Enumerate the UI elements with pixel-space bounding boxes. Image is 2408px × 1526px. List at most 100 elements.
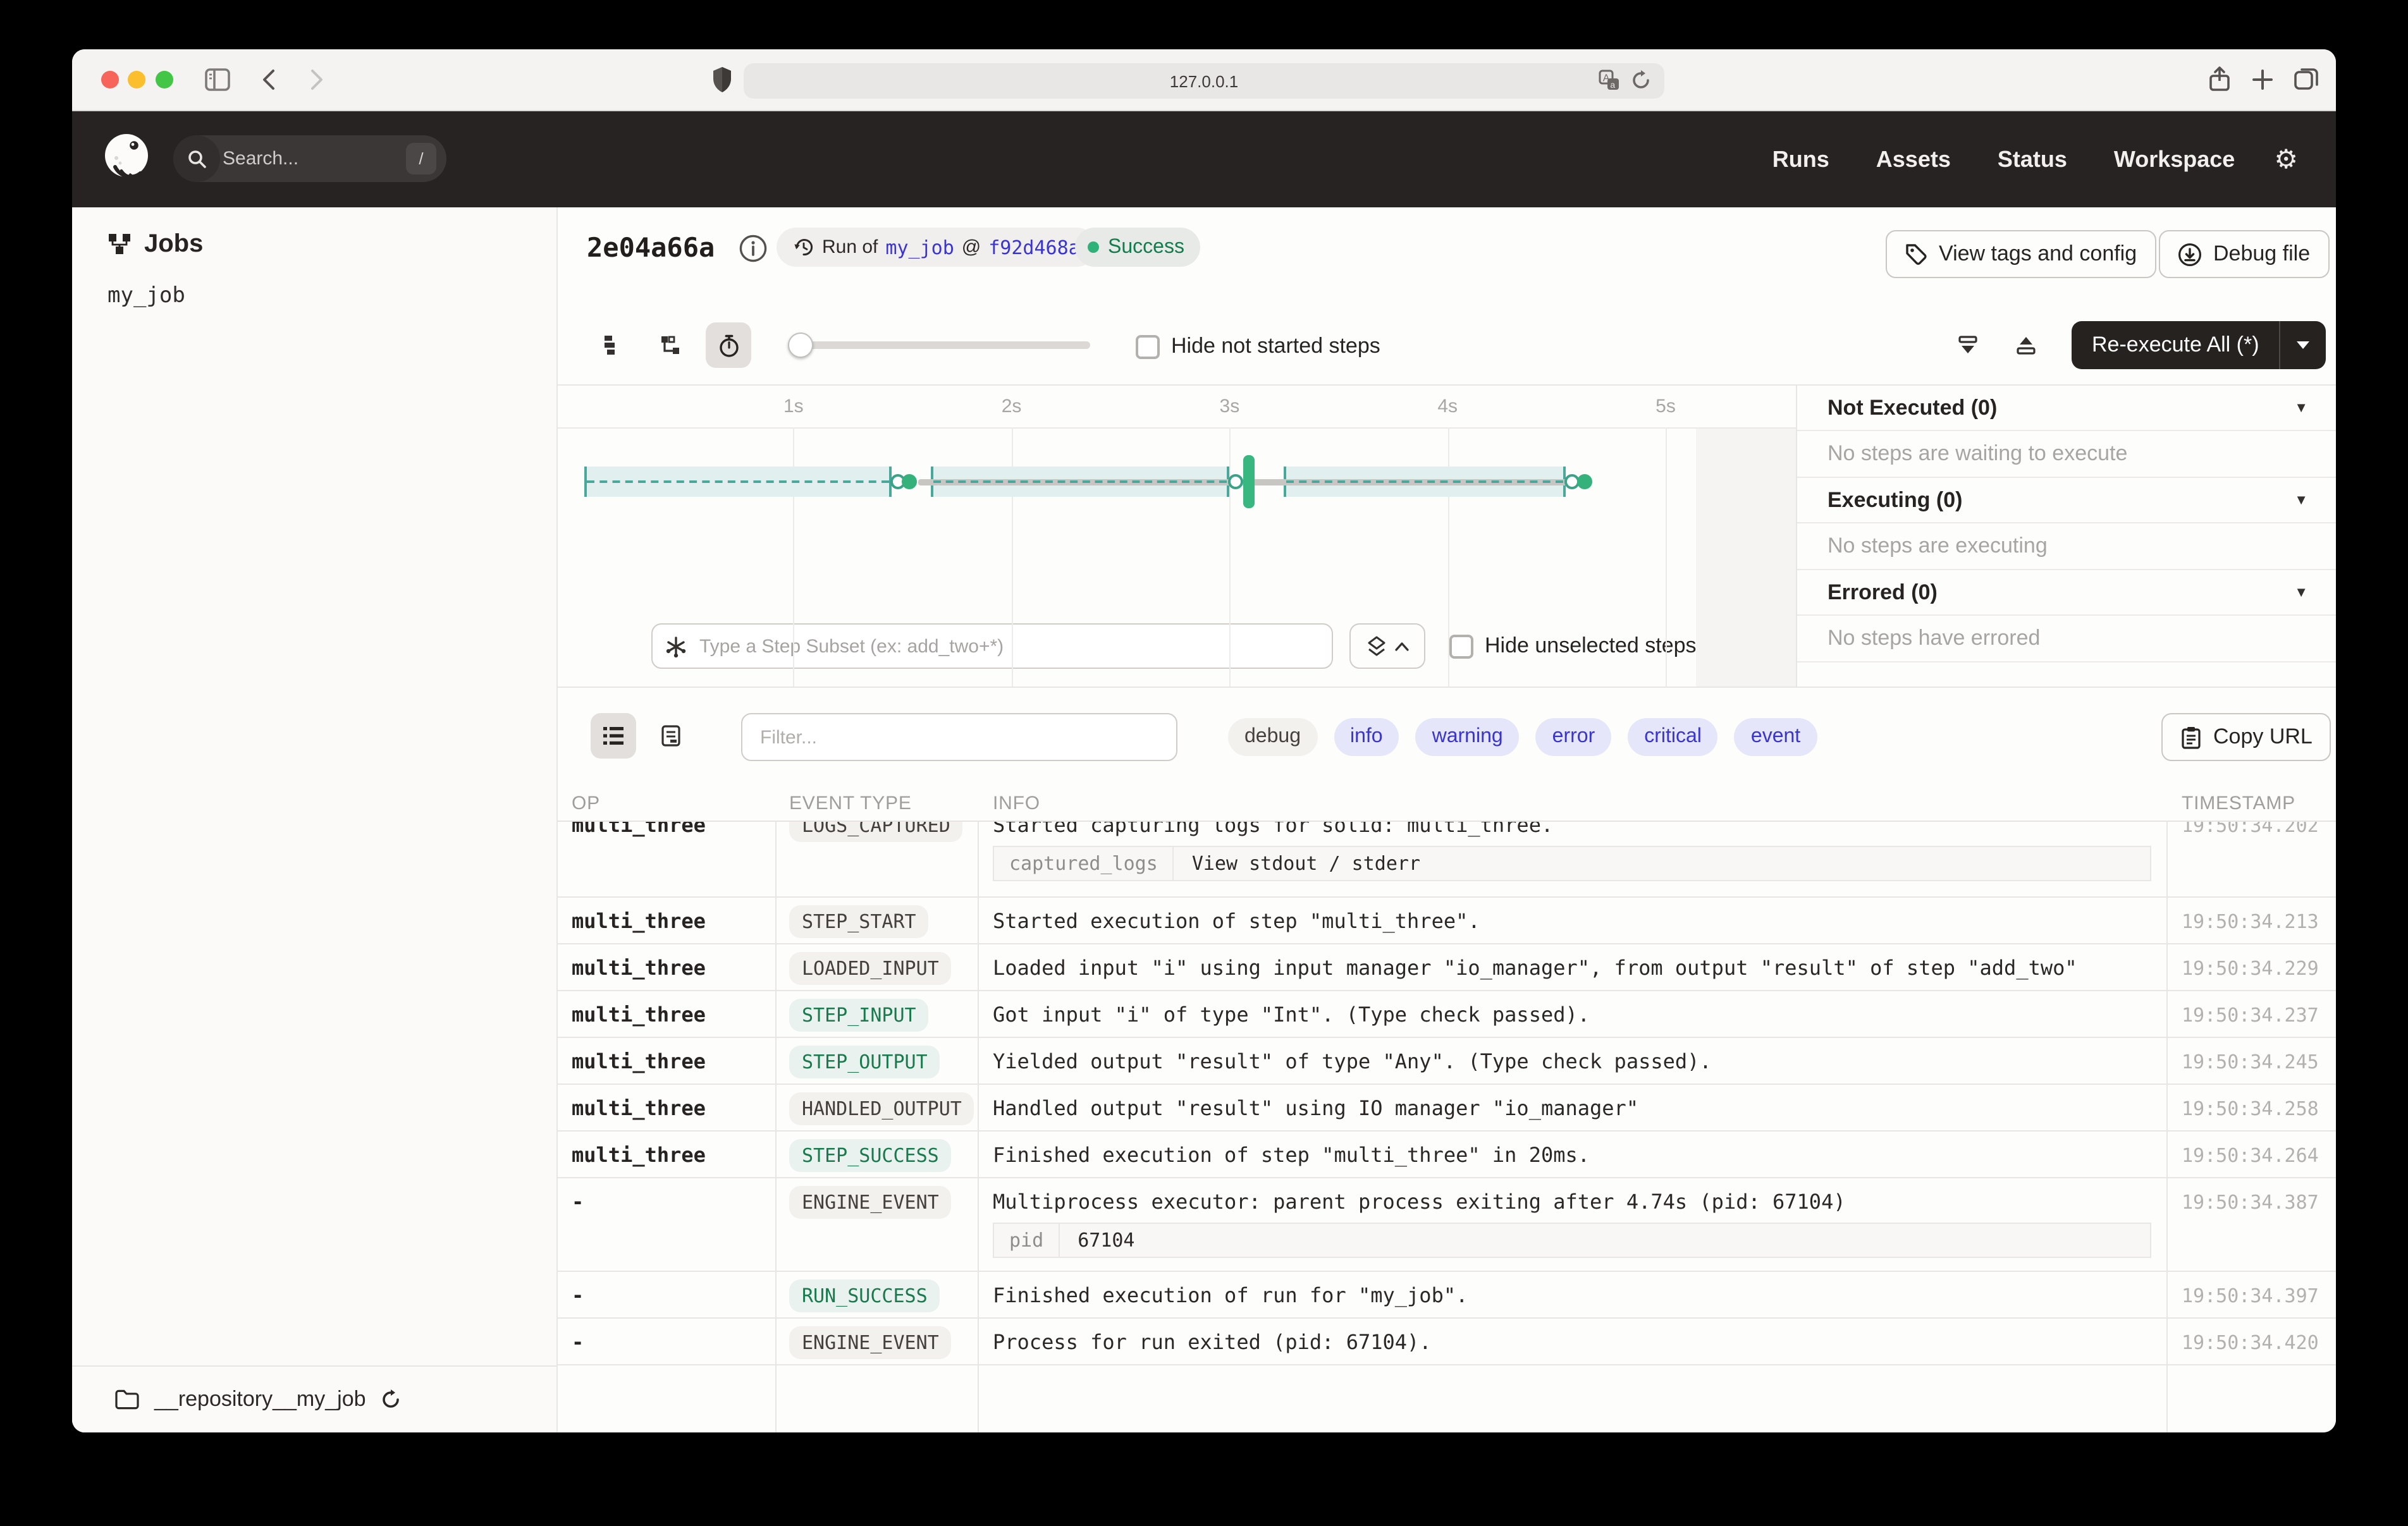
log-structured-view-icon[interactable] [648, 713, 693, 759]
metadata-value[interactable]: 67104 [1060, 1224, 1152, 1257]
checkbox-icon[interactable] [1449, 634, 1473, 658]
url-bar[interactable]: 127.0.0.1 Aa [744, 63, 1664, 99]
browser-chrome: 127.0.0.1 Aa [72, 49, 2336, 111]
step-panel-section-header[interactable]: Executing (0)▼ [1797, 478, 2336, 523]
event-type-chip: HANDLED_OUTPUT [789, 1092, 974, 1125]
success-dot-icon [1088, 241, 1099, 253]
step-span-bar[interactable] [584, 467, 892, 497]
hide-unselected-checkbox[interactable]: Hide unselected steps [1449, 633, 1697, 659]
sidebar-toggle-icon[interactable] [204, 66, 231, 94]
metadata-value[interactable]: View stdout / stderr [1174, 847, 1438, 880]
step-panel-section-title: Executing (0) [1828, 487, 1963, 513]
global-search[interactable]: / [173, 135, 446, 182]
reexecute-button[interactable]: Re-execute All (*) [2072, 321, 2280, 369]
tree-view-icon[interactable] [648, 322, 693, 368]
log-level-chip-info[interactable]: info [1334, 718, 1399, 756]
beyond-run-shade [1696, 429, 1796, 687]
log-op-cell: multi_three [572, 909, 706, 933]
log-level-chip-error[interactable]: error [1536, 718, 1612, 756]
refresh-icon[interactable] [381, 1389, 402, 1410]
log-row[interactable]: -ENGINE_EVENTProcess for run exited (pid… [558, 1319, 2336, 1365]
log-level-chips: debug info warning error critical event [1228, 718, 1817, 756]
search-input[interactable] [220, 147, 359, 171]
log-timestamp-cell: 19:50:34.420 [2182, 1331, 2319, 1354]
shield-icon [711, 66, 734, 94]
log-row[interactable]: multi_threeHANDLED_OUTPUTHandled output … [558, 1085, 2336, 1132]
at-separator: @ [962, 236, 981, 258]
log-filter-box[interactable] [741, 713, 1177, 761]
zoom-slider[interactable] [790, 341, 1090, 349]
graph-query-toggle-button[interactable] [1349, 623, 1425, 669]
dagster-logo-icon[interactable] [100, 131, 156, 187]
log-list-view-icon[interactable] [591, 713, 636, 759]
log-row[interactable]: -RUN_SUCCESSFinished execution of run fo… [558, 1272, 2336, 1319]
traffic-light-zoom[interactable] [156, 71, 173, 89]
collapse-all-icon[interactable] [1945, 322, 1991, 368]
zoom-slider-knob[interactable] [788, 333, 813, 358]
log-row[interactable]: multi_three STEP_START Started execution o… [558, 898, 2336, 944]
step-panel-section-header[interactable]: Not Executed (0)▼ [1797, 386, 2336, 431]
share-icon[interactable] [2207, 66, 2232, 94]
hide-not-started-checkbox[interactable]: Hide not started steps [1136, 334, 1380, 359]
chevron-down-icon: ▼ [2294, 400, 2308, 415]
log-level-chip-critical[interactable]: critical [1628, 718, 1718, 756]
log-level-chip-debug[interactable]: debug [1228, 718, 1317, 756]
reexecute-menu-button[interactable] [2280, 321, 2326, 369]
log-row[interactable]: multi_threeLOADED_INPUTLoaded input "i" … [558, 944, 2336, 991]
log-row[interactable]: multi_threeLOGS_CAPTUREDStarted capturin… [558, 822, 2336, 898]
log-type-cell: RUN_SUCCESS [789, 1279, 940, 1312]
download-icon [2178, 242, 2202, 266]
time-gridline [1229, 427, 1231, 687]
log-info-cell: Started execution of step "multi_three". [993, 908, 2156, 936]
nav-item-workspace[interactable]: Workspace [2114, 146, 2235, 173]
translate-icon[interactable]: Aa [1599, 70, 1620, 91]
step-subset-input[interactable] [697, 634, 1319, 658]
step-panel-section-header[interactable]: Errored (0)▼ [1797, 570, 2336, 616]
back-icon[interactable] [258, 67, 283, 92]
forward-icon[interactable] [302, 67, 328, 92]
time-gridline [1666, 427, 1667, 687]
gantt-chart[interactable]: Hide unselected steps 1s2s3s4s5s [558, 386, 1796, 687]
log-row[interactable]: multi_threeSTEP_INPUTGot input "i" of ty… [558, 991, 2336, 1038]
expand-all-icon[interactable] [2003, 322, 2049, 368]
log-info-text: Got input "i" of type "Int". (Type check… [993, 1001, 2156, 1029]
log-timestamp-cell: 19:50:34.264 [2182, 1144, 2319, 1167]
log-filter-input[interactable] [758, 725, 1161, 749]
snapshot-link[interactable]: f92d468a [988, 236, 1080, 259]
event-type-chip: STEP_START [789, 905, 929, 938]
step-marker-dot[interactable] [902, 474, 917, 489]
traffic-light-close[interactable] [101, 71, 119, 89]
run-of-pill: Run of my_job @ f92d468a [777, 228, 1096, 267]
step-marker-open[interactable] [1229, 474, 1244, 489]
event-type-chip: ENGINE_EVENT [789, 1186, 952, 1219]
traffic-light-minimize[interactable] [128, 71, 145, 89]
view-tags-button[interactable]: View tags and config [1886, 230, 2156, 278]
tab-overview-icon[interactable] [2293, 66, 2319, 92]
debug-file-button[interactable]: Debug file [2159, 230, 2329, 278]
sidebar-item-job[interactable]: my_job [108, 283, 185, 308]
nav-item-status[interactable]: Status [1998, 146, 2067, 173]
step-marker-dot[interactable] [1577, 474, 1592, 489]
new-tab-icon[interactable] [2250, 67, 2275, 92]
job-link[interactable]: my_job [885, 236, 954, 259]
selected-step-marker[interactable] [1243, 455, 1254, 508]
log-level-chip-warning[interactable]: warning [1416, 718, 1520, 756]
gear-icon[interactable]: ⚙ [2274, 143, 2298, 175]
log-level-chip-event[interactable]: event [1735, 718, 1817, 756]
log-row[interactable]: -ENGINE_EVENTMultiprocess executor: pare… [558, 1178, 2336, 1272]
log-type-cell: ENGINE_EVENT [789, 1186, 952, 1219]
nav-item-assets[interactable]: Assets [1876, 146, 1951, 173]
timing-view-icon[interactable] [706, 322, 751, 368]
nav-item-runs[interactable]: Runs [1772, 146, 1829, 173]
log-row[interactable]: multi_threeSTEP_OUTPUTYielded output "re… [558, 1038, 2336, 1085]
copy-url-button[interactable]: Copy URL [2161, 713, 2331, 761]
info-icon[interactable] [739, 234, 768, 263]
log-info-cell: Finished execution of run for "my_job". [993, 1282, 2156, 1310]
log-row[interactable]: multi_threeSTEP_SUCCESSFinished executio… [558, 1132, 2336, 1178]
checkbox-icon[interactable] [1136, 334, 1160, 358]
reload-icon[interactable] [1630, 70, 1652, 91]
step-span-bar[interactable] [931, 467, 1229, 497]
log-timestamp-cell: 19:50:34.258 [2182, 1097, 2319, 1120]
flat-view-icon[interactable] [591, 322, 636, 368]
step-span-bar[interactable] [1284, 467, 1566, 497]
